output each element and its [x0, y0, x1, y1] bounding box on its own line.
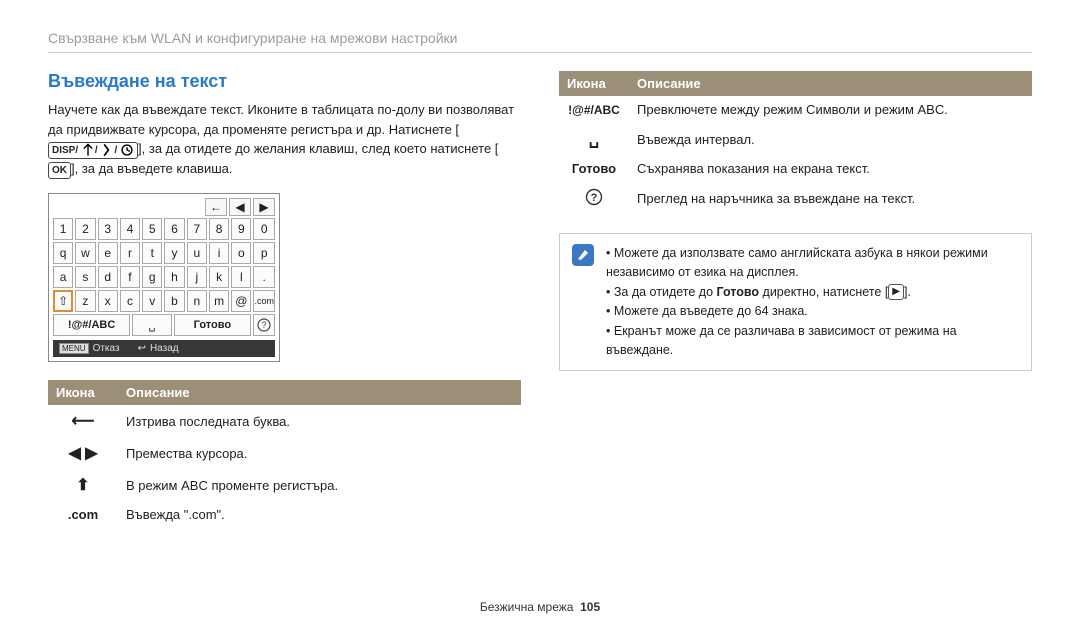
key-d[interactable]: d — [98, 266, 118, 288]
key-l[interactable]: l — [231, 266, 251, 288]
help-circle-icon: ? — [585, 188, 603, 206]
left-icon-table: Икона Описание ⟵ Изтрива последната букв… — [48, 380, 521, 528]
key-o[interactable]: o — [231, 242, 251, 264]
svg-text:?: ? — [261, 320, 266, 330]
page-footer: Безжична мрежа 105 — [0, 600, 1080, 614]
play-icon: ▶ — [888, 284, 904, 300]
key-v[interactable]: v — [142, 290, 162, 312]
key-9[interactable]: 9 — [231, 218, 251, 240]
key-x[interactable]: x — [98, 290, 118, 312]
backspace-icon: ⟵ — [72, 413, 95, 430]
key-z[interactable]: z — [75, 290, 95, 312]
key-4[interactable]: 4 — [120, 218, 140, 240]
key-n[interactable]: n — [187, 290, 207, 312]
move-cursor-icon: ◀ ▶ — [68, 445, 97, 462]
key-y[interactable]: y — [164, 242, 184, 264]
key-8[interactable]: 8 — [209, 218, 229, 240]
key-k[interactable]: k — [209, 266, 229, 288]
key-q[interactable]: q — [53, 242, 73, 264]
key-f[interactable]: f — [120, 266, 140, 288]
key-w[interactable]: w — [75, 242, 95, 264]
key-3[interactable]: 3 — [98, 218, 118, 240]
key-0[interactable]: 0 — [253, 218, 275, 240]
keyboard-footer: MENU Отказ ↩ Назад — [53, 340, 275, 357]
table-row: ? Преглед на наръчника за въвеждане на т… — [559, 182, 1032, 215]
breadcrumb: Свързване към WLAN и конфигуриране на мр… — [48, 30, 1032, 46]
table-row: ⟵ Изтрива последната буква. — [48, 405, 521, 437]
table-row: ⬆ В режим ABC променте регистъра. — [48, 469, 521, 501]
cursor-left-key[interactable]: ◀ — [229, 198, 251, 216]
mode-icon: !@#/ABC — [559, 96, 629, 123]
key-e[interactable]: e — [98, 242, 118, 264]
key-t[interactable]: t — [142, 242, 162, 264]
table-row: ◀ ▶ Премества курсора. — [48, 437, 521, 469]
note-icon — [572, 244, 594, 266]
note-box: Можете да използвате само английската аз… — [559, 233, 1032, 371]
table-row: Готово Съхранява показания на екрана тек… — [559, 155, 1032, 182]
ok-icon: OK — [48, 162, 71, 179]
th-icon: Икона — [48, 380, 118, 405]
key-2[interactable]: 2 — [75, 218, 95, 240]
note-item: Екранът може да се различава в зависимос… — [606, 322, 1019, 361]
key-u[interactable]: u — [187, 242, 207, 264]
svg-text:?: ? — [591, 192, 598, 204]
key-.[interactable]: . — [253, 266, 275, 288]
cursor-right-key[interactable]: ▶ — [253, 198, 275, 216]
key-m[interactable]: m — [209, 290, 229, 312]
key-@[interactable]: @ — [231, 290, 251, 312]
th-icon: Икона — [559, 71, 629, 96]
table-row: ␣ Въвежда интервал. — [559, 123, 1032, 155]
onscreen-keyboard: ← ◀ ▶ 1234567890 qwertyuiop asdfghjkl. ⇧zxc… — [48, 193, 280, 362]
menu-icon: MENU — [59, 343, 89, 354]
key-h[interactable]: h — [164, 266, 184, 288]
key-6[interactable]: 6 — [164, 218, 184, 240]
key-p[interactable]: p — [253, 242, 275, 264]
space-icon: ␣ — [589, 131, 599, 148]
key-g[interactable]: g — [142, 266, 162, 288]
key-r[interactable]: r — [120, 242, 140, 264]
right-icon-table: Икона Описание !@#/ABC Превключете между… — [559, 71, 1032, 215]
key-b[interactable]: b — [164, 290, 184, 312]
key-i[interactable]: i — [209, 242, 229, 264]
th-desc: Описание — [629, 71, 1032, 96]
note-item: Можете да използвате само английската аз… — [606, 244, 1019, 283]
th-desc: Описание — [118, 380, 521, 405]
backspace-key[interactable]: ← — [205, 198, 227, 216]
key-.com[interactable]: .com — [253, 290, 275, 312]
key-1[interactable]: 1 — [53, 218, 73, 240]
section-title: Въвеждане на текст — [48, 71, 521, 92]
divider — [48, 52, 1032, 53]
key-7[interactable]: 7 — [187, 218, 207, 240]
space-key[interactable]: ␣ — [132, 314, 172, 336]
table-row: .com Въвежда ".com". — [48, 501, 521, 528]
intro-text: Научете как да въвеждате текст. Иконите … — [48, 100, 521, 179]
key-c[interactable]: c — [120, 290, 140, 312]
key-a[interactable]: a — [53, 266, 73, 288]
table-row: !@#/ABC Превключете между режим Символи … — [559, 96, 1032, 123]
shift-icon: ⬆ — [76, 477, 89, 494]
key-j[interactable]: j — [187, 266, 207, 288]
key-5[interactable]: 5 — [142, 218, 162, 240]
help-key[interactable]: ? — [253, 314, 275, 336]
note-item: Можете да въведете до 64 знака. — [606, 302, 1019, 321]
back-icon: ↩ — [138, 343, 146, 354]
keyboard-top-row: ← ◀ ▶ — [53, 198, 275, 216]
mode-toggle-key[interactable]: !@#/ABC — [53, 314, 130, 336]
dotcom-icon: .com — [48, 501, 118, 528]
disp-icon: DISP/ / / — [48, 142, 138, 159]
done-label-icon: Готово — [559, 155, 629, 182]
key-⇧[interactable]: ⇧ — [53, 290, 73, 312]
done-key[interactable]: Готово — [174, 314, 251, 336]
note-item: За да отидете до Готово директно, натисн… — [606, 283, 1019, 302]
key-s[interactable]: s — [75, 266, 95, 288]
